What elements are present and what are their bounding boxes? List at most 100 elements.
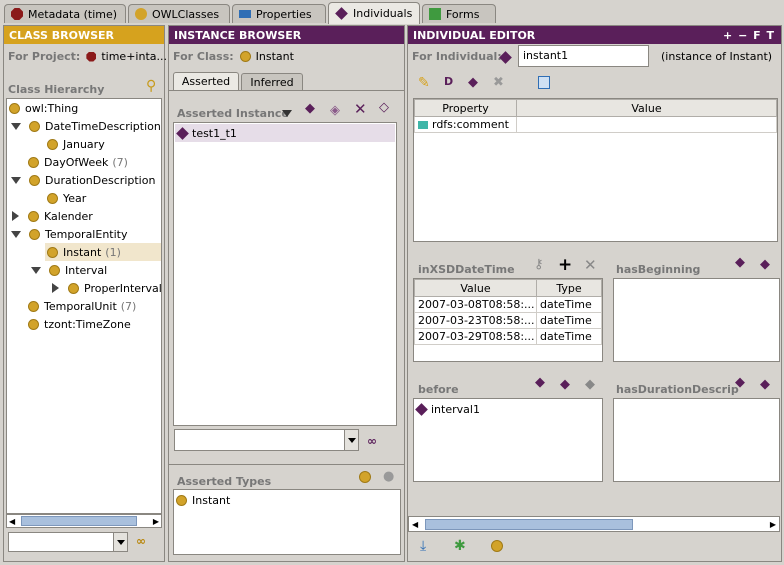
add-datatype-icon[interactable]: D	[444, 75, 453, 88]
scroll-right-icon[interactable]: ▶	[153, 517, 159, 526]
tree-item-properinterval[interactable]: ProperInterval	[52, 279, 161, 297]
tree-item-owl-thing[interactable]: owl:Thing	[9, 99, 78, 117]
tab-asserted[interactable]: Asserted	[173, 72, 239, 90]
expand-icon[interactable]	[11, 230, 21, 238]
add-value-icon[interactable]: ◆	[760, 377, 770, 392]
hasbeginning-list	[613, 278, 780, 362]
tree-item-instant[interactable]: Instant (1)	[45, 243, 161, 261]
scrollbar-thumb[interactable]	[21, 516, 137, 526]
for-project-label: For Project:	[8, 50, 81, 63]
list-item[interactable]: Instant	[176, 491, 230, 509]
class-icon	[68, 282, 79, 294]
tree-item-tzont-timezone[interactable]: tzont:TimeZone	[28, 315, 131, 333]
column-header-value[interactable]: Value	[516, 99, 777, 117]
bug-icon[interactable]: ✱	[454, 538, 466, 554]
create-instance-icon[interactable]: ◆	[735, 375, 745, 390]
tab-metadata[interactable]: Metadata (time)	[4, 4, 126, 23]
scroll-right-icon[interactable]: ▶	[770, 520, 776, 529]
scrollbar-thumb[interactable]	[425, 519, 633, 530]
tree-item-datetimedescription[interactable]: DateTimeDescription	[11, 117, 161, 135]
class-icon	[176, 494, 187, 506]
chevron-down-icon[interactable]	[344, 430, 358, 450]
find-class-icon[interactable]: ⚲	[146, 78, 156, 94]
delete-instance-icon[interactable]: ✕	[354, 100, 367, 118]
before-label: before	[418, 383, 459, 396]
tree-item-january[interactable]: January	[47, 135, 105, 153]
collapse-icon[interactable]	[12, 211, 19, 221]
asserted-instance-label: Asserted Instance	[177, 107, 289, 120]
tree-item-durationdescription[interactable]: DurationDescription	[11, 171, 155, 189]
create-instance-icon[interactable]: ◆	[735, 255, 745, 270]
add-class-icon[interactable]	[491, 540, 503, 552]
class-icon	[47, 246, 58, 258]
instance-list: test1_t1	[173, 122, 397, 426]
tree-item-kalender[interactable]: Kalender	[12, 207, 93, 225]
tree-item-temporalentity[interactable]: TemporalEntity	[11, 225, 127, 243]
editor-hscrollbar[interactable]: ◀ ▶	[408, 516, 780, 532]
remove-value-icon[interactable]: ◆	[585, 377, 595, 392]
tab-individuals[interactable]: Individuals	[328, 2, 420, 24]
editor-title-controls[interactable]: + − F T	[723, 29, 775, 42]
add-annotation-icon[interactable]: ◇	[379, 100, 389, 115]
class-icon	[47, 138, 58, 150]
tab-forms[interactable]: Forms	[422, 4, 496, 23]
class-browser-title: CLASS BROWSER	[4, 26, 164, 44]
list-item[interactable]: interval1	[415, 400, 480, 418]
class-tree-hscrollbar[interactable]: ◀ ▶	[6, 514, 162, 528]
instance-search-input[interactable]	[174, 429, 359, 451]
collapse-icon[interactable]	[52, 283, 59, 293]
table-row[interactable]: 2007-03-29T08:58:... dateTime	[414, 328, 602, 345]
add-value-icon[interactable]: ◆	[760, 257, 770, 272]
binoculars-icon[interactable]: ∞	[136, 534, 146, 548]
tree-item-dayofweek[interactable]: DayOfWeek (7)	[28, 153, 128, 171]
add-type-icon[interactable]	[359, 471, 371, 483]
instance-of-label: (instance of Instant)	[661, 50, 773, 63]
individual-editor-panel: INDIVIDUAL EDITOR + − F T For Individual…	[407, 25, 782, 562]
annotation-property-icon	[418, 121, 428, 129]
tab-owlclasses[interactable]: OWLClasses	[128, 4, 230, 23]
scroll-left-icon[interactable]: ◀	[9, 517, 15, 526]
list-item[interactable]: test1_t1	[175, 124, 395, 142]
individual-name-field[interactable]: instant1	[518, 45, 649, 67]
add-value-icon[interactable]: ◆	[468, 75, 478, 90]
add-annotation-icon[interactable]: ✎	[418, 75, 430, 91]
key-icon[interactable]: ⚷	[534, 257, 544, 272]
table-row[interactable]: rdfs:comment	[414, 116, 777, 133]
tree-item-interval[interactable]: Interval	[31, 261, 107, 279]
tab-bar: Metadata (time) OWLClasses Properties In…	[0, 0, 784, 24]
create-instance-icon[interactable]: ◆	[535, 375, 545, 390]
binoculars-icon[interactable]: ∞	[367, 434, 377, 448]
column-header-type[interactable]: Type	[536, 279, 602, 297]
download-icon[interactable]: ⤓	[420, 538, 426, 554]
class-icon	[28, 210, 39, 222]
annotations-table: Property Value rdfs:comment	[413, 98, 778, 242]
table-row[interactable]: 2007-03-23T08:58:... dateTime	[414, 312, 602, 329]
sort-dropdown-icon[interactable]	[282, 107, 292, 120]
column-header-property[interactable]: Property	[414, 99, 517, 117]
class-search-input[interactable]	[8, 532, 128, 552]
forms-icon	[429, 8, 441, 20]
class-icon	[29, 228, 40, 240]
expand-icon[interactable]	[11, 176, 21, 184]
create-instance-icon[interactable]: ◆	[305, 101, 315, 116]
add-value-icon[interactable]: ◆	[560, 377, 570, 392]
tree-item-year[interactable]: Year	[47, 189, 86, 207]
tree-item-temporalunit[interactable]: TemporalUnit (7)	[28, 297, 136, 315]
add-value-icon[interactable]: +	[558, 255, 572, 275]
chevron-down-icon[interactable]	[113, 533, 127, 551]
tab-properties[interactable]: Properties	[232, 4, 326, 23]
expand-icon[interactable]	[11, 122, 21, 130]
table-row[interactable]: 2007-03-08T08:58:... dateTime	[414, 296, 602, 313]
expand-icon[interactable]	[31, 266, 41, 274]
remove-type-icon[interactable]: ●	[383, 469, 394, 484]
for-class-label: For Class:	[173, 50, 234, 63]
view-form-icon[interactable]	[538, 76, 550, 89]
individuals-icon	[335, 7, 348, 20]
copy-instance-icon[interactable]: ◈	[330, 103, 340, 118]
class-hierarchy-label: Class Hierarchy	[8, 83, 105, 96]
tab-inferred[interactable]: Inferred	[241, 73, 303, 91]
column-header-value[interactable]: Value	[414, 279, 537, 297]
scroll-left-icon[interactable]: ◀	[412, 520, 418, 529]
delete-value-icon[interactable]: ✕	[584, 256, 597, 274]
remove-value-icon[interactable]: ✖	[493, 75, 504, 90]
